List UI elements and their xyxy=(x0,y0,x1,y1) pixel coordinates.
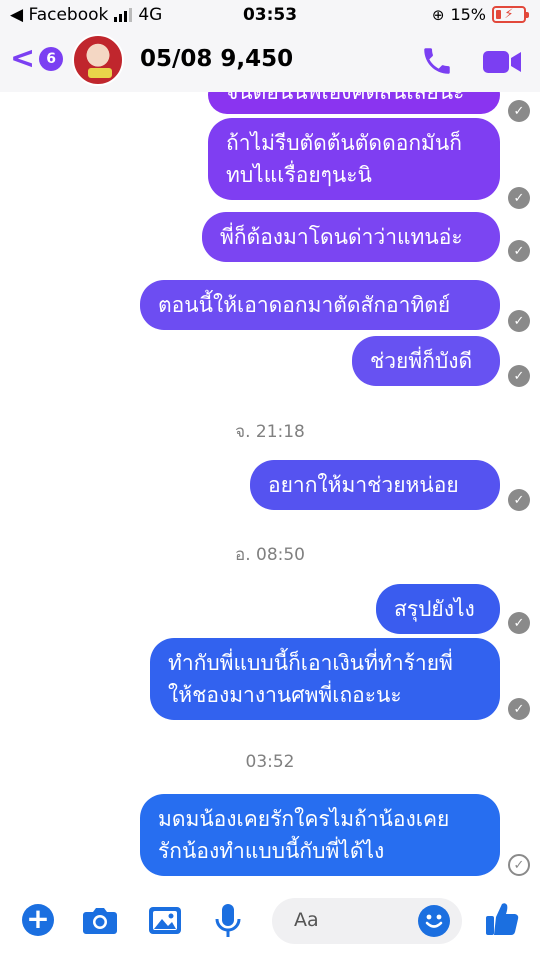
battery-percent: 15% xyxy=(450,5,486,24)
message-bubble[interactable]: ถ้าไม่รีบตัดต้นตัดดอกมันก็ ทบไแเรื่อยๆนะ… xyxy=(208,118,500,200)
read-check-icon: ✓ xyxy=(508,489,530,511)
message-bubble[interactable]: สรุปยังไง xyxy=(376,584,500,634)
message-bubble[interactable]: จนตอนนี้พี่เองคิดสิ้นเลยนะ xyxy=(208,92,500,114)
back-button[interactable]: < 6 xyxy=(10,41,64,76)
timestamp: อ. 08:50 xyxy=(234,545,305,565)
back-chevron-icon: < xyxy=(10,41,36,76)
timestamp: จ. 21:18 xyxy=(235,422,305,442)
status-bar: ◀ Facebook 4G 03:53 ⊕ 15% ⚡ xyxy=(0,0,540,30)
message-bubble[interactable]: มดมน้องเคยรักใครไมถ้าน้องเคย รักน้องทำแบ… xyxy=(140,794,500,876)
status-right: ⊕ 15% ⚡ xyxy=(431,5,529,24)
message-bubble[interactable]: พี่ก็ต้องมาโดนด่าว่าแทนอ่ะ xyxy=(202,212,500,262)
read-check-icon: ✓ xyxy=(508,365,530,387)
sent-check-icon: ✓ xyxy=(508,854,530,876)
read-check-icon: ✓ xyxy=(508,240,530,262)
read-check-icon: ✓ xyxy=(508,100,530,122)
microphone-icon[interactable] xyxy=(214,902,242,940)
emoji-icon[interactable] xyxy=(418,905,450,937)
message-bubble[interactable]: อยากให้มาช่วยหน่อย xyxy=(250,460,500,510)
plus-icon[interactable]: + xyxy=(22,904,54,936)
message-list[interactable]: จนตอนนี้พี่เองคิดสิ้นเลยนะ ✓ ถ้าไม่รีบตั… xyxy=(0,92,540,882)
read-check-icon: ✓ xyxy=(508,187,530,209)
message-input[interactable]: Aa xyxy=(272,898,462,944)
orientation-lock-icon: ⊕ xyxy=(431,5,445,24)
message-bubble[interactable]: ทำกับพี่แบบนี้ก็เอาเงินที่ทำร้ายพี่ ให้ช… xyxy=(150,638,500,720)
chat-header: < 6 05/08 9,450 xyxy=(0,30,540,92)
message-bubble[interactable]: ตอนนี้ให้เอาดอกมาตัดสักอาทิตย์ xyxy=(140,280,500,330)
contact-avatar[interactable] xyxy=(72,34,124,86)
read-check-icon: ✓ xyxy=(508,612,530,634)
read-check-icon: ✓ xyxy=(508,310,530,332)
timestamp: 03:52 xyxy=(245,752,295,772)
phone-icon[interactable] xyxy=(420,44,454,78)
read-check-icon: ✓ xyxy=(508,698,530,720)
thumbs-up-icon[interactable] xyxy=(484,900,520,938)
camera-icon[interactable] xyxy=(82,904,118,936)
unread-count-badge: 6 xyxy=(39,47,64,71)
message-bubble[interactable]: ช่วยพี่ก็บังดี xyxy=(352,336,500,386)
image-icon[interactable] xyxy=(148,904,182,936)
video-camera-icon[interactable] xyxy=(482,48,522,76)
battery-icon: ⚡ xyxy=(492,6,529,23)
composer-bar: + Aa xyxy=(0,882,540,960)
message-input-placeholder: Aa xyxy=(294,909,319,931)
chat-title[interactable]: 05/08 9,450 xyxy=(140,46,293,72)
